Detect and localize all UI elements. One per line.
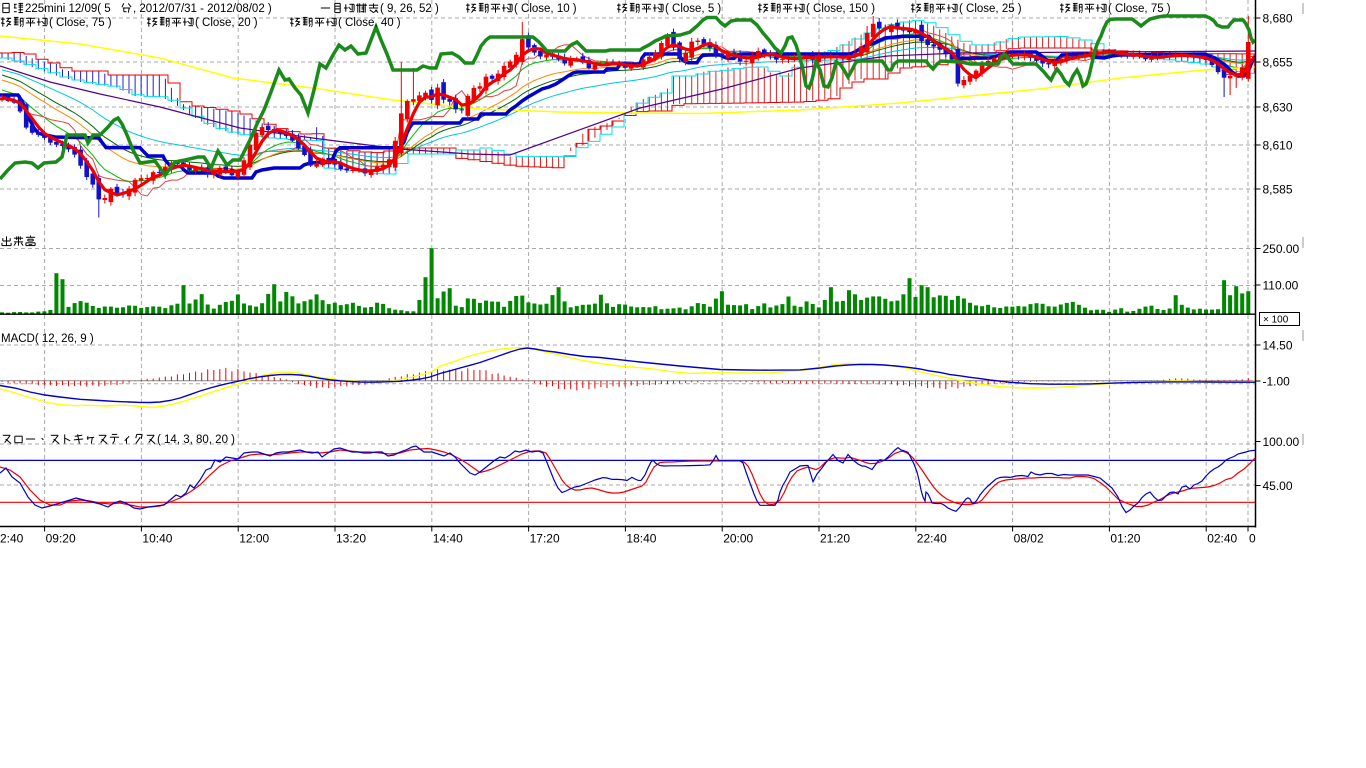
svg-text:( 14, 3, 80, 20 ): ( 14, 3, 80, 20 ) — [157, 434, 235, 446]
svg-text:18:40: 18:40 — [626, 532, 656, 546]
svg-text:8,630: 8,630 — [1263, 101, 1293, 115]
svg-text:22:40: 22:40 — [917, 532, 947, 546]
svg-text:2:40: 2:40 — [0, 532, 24, 546]
svg-text:-1.00: -1.00 — [1263, 375, 1291, 389]
svg-text:( Close, 25 ): ( Close, 25 ) — [959, 3, 1022, 15]
svg-text:8,610: 8,610 — [1263, 139, 1293, 153]
svg-text:8,585: 8,585 — [1263, 183, 1293, 197]
svg-text:08/02: 08/02 — [1014, 532, 1044, 546]
svg-text:17:20: 17:20 — [530, 532, 560, 546]
svg-text:( Close, 40 ): ( Close, 40 ) — [338, 17, 401, 29]
svg-text:, 2012/07/31 - 2012/08/02 ): , 2012/07/31 - 2012/08/02 ) — [133, 3, 272, 15]
svg-text:10:40: 10:40 — [142, 532, 172, 546]
svg-text:14:40: 14:40 — [433, 532, 463, 546]
svg-text:( 9, 26, 52 ): ( 9, 26, 52 ) — [380, 3, 439, 15]
svg-text:45.00: 45.00 — [1263, 479, 1293, 493]
svg-text:110.00: 110.00 — [1263, 279, 1299, 293]
svg-text:225mini 12/09( 5: 225mini 12/09( 5 — [25, 3, 111, 15]
svg-text:14.50: 14.50 — [1263, 339, 1293, 353]
svg-text:8,680: 8,680 — [1263, 12, 1293, 26]
svg-text:09:20: 09:20 — [46, 532, 76, 546]
svg-text:20:00: 20:00 — [723, 532, 753, 546]
svg-text:( Close, 5 ): ( Close, 5 ) — [665, 3, 721, 15]
svg-text:8,655: 8,655 — [1263, 56, 1293, 70]
svg-text:( Close, 75 ): ( Close, 75 ) — [49, 17, 112, 29]
svg-text:01:20: 01:20 — [1110, 532, 1140, 546]
svg-text:× 100: × 100 — [1263, 315, 1289, 326]
svg-text:02:40: 02:40 — [1207, 532, 1237, 546]
svg-text:( Close, 20 ): ( Close, 20 ) — [195, 17, 258, 29]
svg-text:( Close, 150 ): ( Close, 150 ) — [806, 3, 875, 15]
svg-text:100.00: 100.00 — [1263, 435, 1300, 449]
svg-text:21:20: 21:20 — [820, 532, 850, 546]
svg-text:MACD( 12, 26, 9 ): MACD( 12, 26, 9 ) — [1, 333, 94, 345]
svg-text:( Close, 10 ): ( Close, 10 ) — [514, 3, 577, 15]
svg-text:250.00: 250.00 — [1263, 242, 1300, 256]
svg-text:0: 0 — [1249, 532, 1256, 546]
svg-text:( Close, 75 ): ( Close, 75 ) — [1108, 3, 1171, 15]
svg-text:12:00: 12:00 — [239, 532, 269, 546]
svg-text:13:20: 13:20 — [336, 532, 366, 546]
